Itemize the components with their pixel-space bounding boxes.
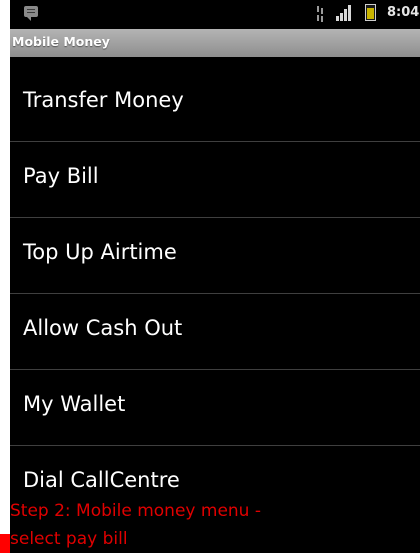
caption-marker [0, 534, 10, 553]
status-time: 8:04 [387, 5, 420, 20]
caption-line: select pay bill [10, 529, 128, 549]
step-caption: Step 2: Mobile money menu - select pay b… [10, 497, 261, 553]
app-title: Mobile Money [12, 34, 110, 49]
data-transfer-icon [316, 6, 324, 22]
menu-item-label: Top Up Airtime [23, 240, 177, 264]
battery-icon [365, 4, 376, 21]
menu-item-label: Pay Bill [23, 164, 99, 188]
mobile-money-menu: Transfer Money Pay Bill Top Up Airtime A… [10, 66, 420, 522]
signal-icon [336, 5, 352, 21]
caption-line: Step 2: Mobile money menu - [10, 501, 261, 521]
menu-item-label: Dial CallCentre [23, 468, 180, 492]
menu-item-label: My Wallet [23, 392, 126, 416]
menu-item-pay-bill[interactable]: Pay Bill [10, 142, 420, 218]
app-title-bar: Mobile Money [10, 29, 420, 57]
menu-item-transfer-money[interactable]: Transfer Money [10, 66, 420, 142]
menu-item-top-up-airtime[interactable]: Top Up Airtime [10, 218, 420, 294]
menu-item-my-wallet[interactable]: My Wallet [10, 370, 420, 446]
menu-item-label: Transfer Money [23, 88, 184, 112]
menu-item-label: Allow Cash Out [23, 316, 183, 340]
phone-screen: 8:04 Mobile Money Transfer Money Pay Bil… [10, 0, 420, 553]
message-icon [24, 6, 38, 21]
menu-item-allow-cash-out[interactable]: Allow Cash Out [10, 294, 420, 370]
status-bar: 8:04 [10, 0, 420, 28]
